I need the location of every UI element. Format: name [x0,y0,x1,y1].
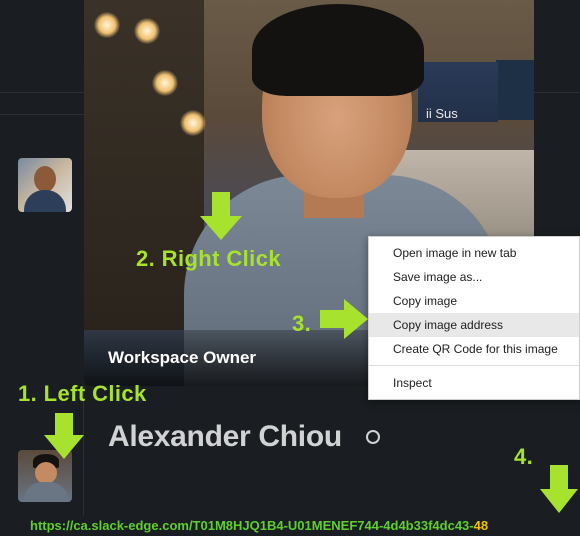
divider-top [0,92,84,93]
arrow-down-icon [200,192,242,240]
image-url-main: https://ca.slack-edge.com/T01M8HJQ1B4-U0… [30,518,474,533]
photo-sign: ii Sus [418,62,498,122]
photo-tv [496,60,534,120]
annotation-step-3: 3. [292,311,312,336]
user-avatar-small[interactable] [18,158,72,212]
avatar-shirt [24,190,66,212]
menu-separator [369,365,579,366]
divider-mid [0,114,84,115]
photo-light [134,18,160,44]
arrow-down-icon [44,413,84,459]
photo-light [152,70,178,96]
annotation-step-2: 2. Right Click [136,246,281,271]
avatar-face [34,166,56,192]
annotation-step-1: 1. Left Click [18,381,147,406]
menu-item-save-image-as[interactable]: Save image as... [369,265,579,289]
menu-item-open-image-new-tab[interactable]: Open image in new tab [369,241,579,265]
presence-status-icon [366,430,380,444]
avatar-face [35,462,57,484]
menu-item-copy-image-address[interactable]: Copy image address [369,313,579,337]
menu-item-inspect[interactable]: Inspect [369,371,579,395]
avatar-shirt [24,482,68,502]
profile-name: Alexander Chiou [108,420,342,453]
image-url-text: https://ca.slack-edge.com/T01M8HJQ1B4-U0… [30,518,488,533]
context-menu: Open image in new tab Save image as... C… [368,236,580,400]
photo-light [180,110,206,136]
divider-right [534,92,580,93]
image-url-size: 48 [473,518,489,533]
menu-item-copy-image[interactable]: Copy image [369,289,579,313]
menu-item-create-qr-code[interactable]: Create QR Code for this image [369,337,579,361]
arrow-right-icon [320,299,368,339]
arrow-down-icon [540,465,578,513]
photo-light [94,12,120,38]
role-label: Workspace Owner [108,348,257,367]
annotation-step-4: 4. [514,444,534,469]
person-hair [252,4,424,96]
